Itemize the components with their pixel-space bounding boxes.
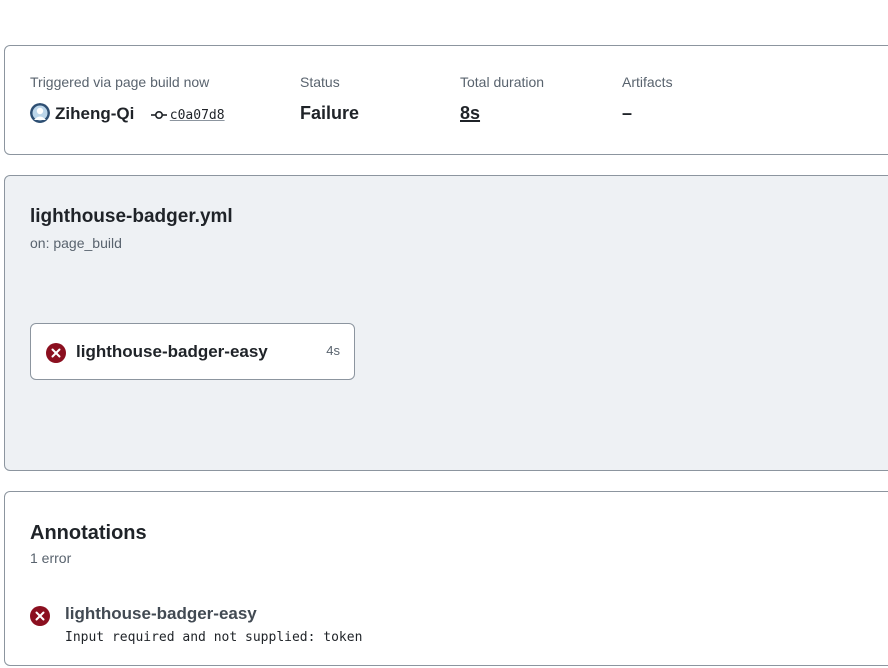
annotations-title: Annotations [30, 522, 147, 544]
trigger-column: Triggered via page build now Ziheng-Qi c… [30, 74, 225, 123]
artifacts-value: – [622, 103, 633, 123]
annotation-item: lighthouse-badger-easy Input required an… [30, 604, 530, 648]
x-circle-icon [30, 606, 50, 626]
duration-label: Total duration [460, 74, 545, 90]
job-name: lighthouse-badger-easy [76, 342, 268, 361]
git-commit-icon [150, 109, 167, 125]
status-column: Status Failure [300, 74, 359, 123]
commit-link[interactable]: c0a07d8 [150, 108, 225, 125]
workflow-graph: lighthouse-badger.yml on: page_build lig… [4, 175, 888, 471]
status-label: Status [300, 74, 340, 90]
annotations-count: 1 error [30, 550, 72, 566]
trigger-value: Ziheng-Qi c0a07d8 [30, 103, 225, 125]
job-duration: 4s [326, 343, 340, 358]
job-node-lighthouse-badger-easy[interactable]: lighthouse-badger-easy 4s [30, 323, 355, 380]
x-circle-icon [46, 343, 66, 363]
duration-link[interactable]: 8s [460, 103, 480, 124]
artifacts-label: Artifacts [622, 74, 673, 90]
annotations-section: Annotations 1 error lighthouse-badger-ea… [4, 491, 888, 666]
annotation-job-link[interactable]: lighthouse-badger-easy [65, 604, 257, 624]
commit-sha: c0a07d8 [169, 108, 225, 123]
actor-link[interactable]: Ziheng-Qi [55, 104, 134, 123]
workflow-file-name: lighthouse-badger.yml [30, 206, 233, 227]
trigger-label: Triggered via page build now [30, 74, 210, 90]
annotation-message: Input required and not supplied: token [65, 630, 363, 645]
workflow-trigger: on: page_build [30, 235, 122, 251]
run-summary-card: Triggered via page build now Ziheng-Qi c… [4, 45, 888, 155]
status-value: Failure [300, 103, 360, 123]
duration-column: Total duration 8s [460, 74, 545, 123]
artifacts-column: Artifacts – [622, 74, 673, 123]
avatar[interactable] [30, 103, 50, 123]
